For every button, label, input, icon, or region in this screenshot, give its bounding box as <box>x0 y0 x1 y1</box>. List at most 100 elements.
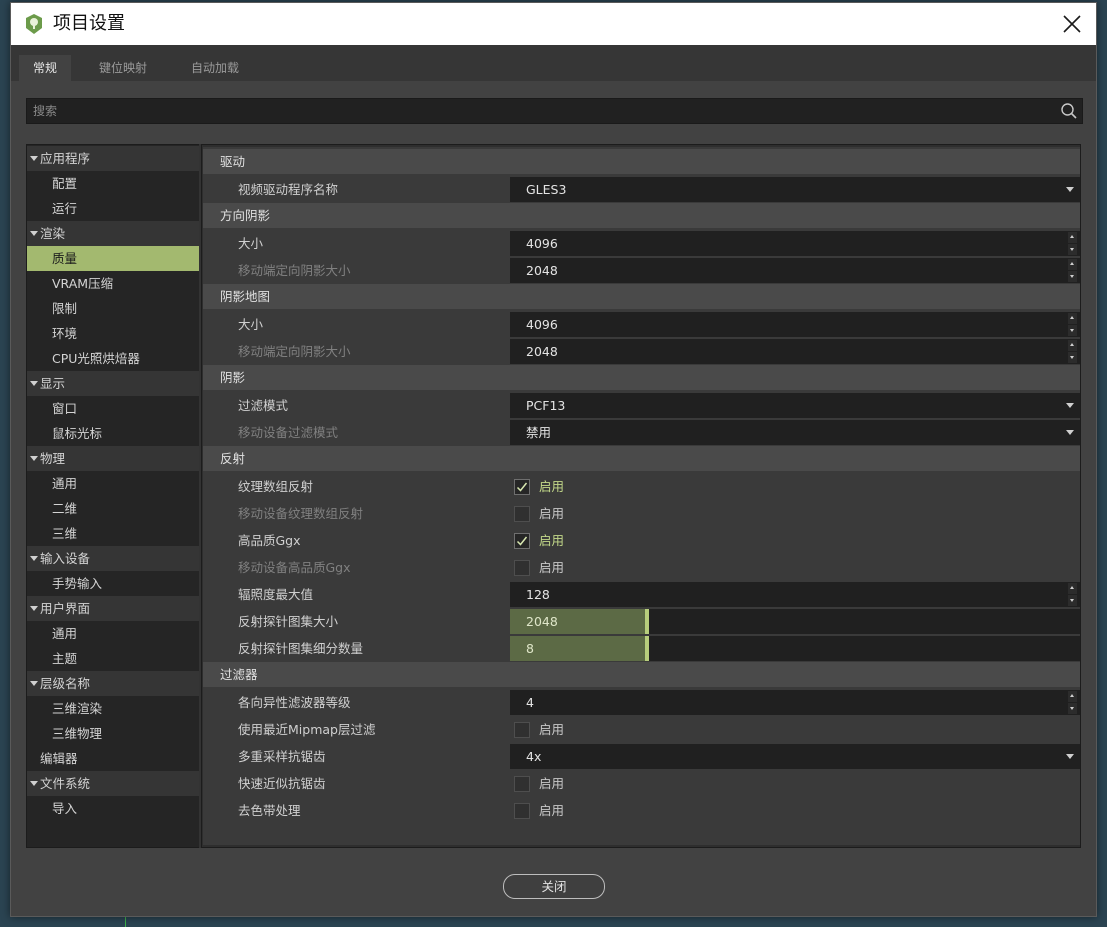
expand-arrow-icon[interactable] <box>30 156 38 161</box>
sidebar-category[interactable]: 文件系统 <box>27 771 199 796</box>
sidebar-item[interactable]: 运行 <box>27 196 199 221</box>
sidebar-item[interactable]: 导入 <box>27 796 199 821</box>
number-spinbox[interactable]: 2048 <box>510 258 1080 283</box>
checkbox-label[interactable]: 启用 <box>539 770 564 797</box>
checkbox[interactable] <box>514 722 530 738</box>
sidebar-item[interactable]: 二维 <box>27 496 199 521</box>
sidebar-item-label: 运行 <box>52 201 78 216</box>
expand-arrow-icon[interactable] <box>30 456 38 461</box>
property-label: 高品质Ggx <box>238 533 301 548</box>
checkbox-label[interactable]: 启用 <box>539 500 564 527</box>
number-spinbox[interactable]: 128 <box>510 582 1080 607</box>
tab-general[interactable]: 常规 <box>19 55 71 81</box>
sidebar-item[interactable]: VRAM压缩 <box>27 271 199 296</box>
option-dropdown[interactable]: PCF13 <box>510 393 1080 418</box>
spin-up-icon[interactable] <box>1068 232 1077 243</box>
sidebar-item[interactable]: 质量 <box>27 246 199 271</box>
close-button[interactable]: 关闭 <box>503 874 605 899</box>
sidebar-item[interactable]: 三维 <box>27 521 199 546</box>
window-close-button[interactable] <box>1054 7 1090 41</box>
section-header[interactable]: 阴影 <box>203 365 1080 390</box>
sidebar-item[interactable]: 鼠标光标 <box>27 421 199 446</box>
number-spinbox[interactable]: 4 <box>510 690 1080 715</box>
checkbox-label[interactable]: 启用 <box>539 797 564 824</box>
sidebar-item[interactable]: 主题 <box>27 646 199 671</box>
range-slider[interactable]: 8 <box>510 636 1080 661</box>
number-spinbox[interactable]: 4096 <box>510 312 1080 337</box>
expand-arrow-icon[interactable] <box>30 381 38 386</box>
sidebar-item[interactable]: 环境 <box>27 321 199 346</box>
search-input[interactable] <box>27 99 1047 123</box>
expand-arrow-icon[interactable] <box>30 681 38 686</box>
sidebar-item[interactable]: 窗口 <box>27 396 199 421</box>
expand-arrow-icon[interactable] <box>30 781 38 786</box>
spin-down-icon[interactable] <box>1068 244 1077 255</box>
checkbox[interactable] <box>514 506 530 522</box>
spin-up-icon[interactable] <box>1068 313 1077 324</box>
expand-arrow-icon[interactable] <box>30 606 38 611</box>
checkbox[interactable] <box>514 803 530 819</box>
sidebar-item[interactable]: 配置 <box>27 171 199 196</box>
slider-grabber[interactable] <box>645 609 649 634</box>
spin-up-icon[interactable] <box>1068 691 1077 702</box>
expand-arrow-icon[interactable] <box>30 556 38 561</box>
option-dropdown[interactable]: 4x <box>510 744 1080 769</box>
section-header[interactable]: 方向阴影 <box>203 203 1080 228</box>
settings-inspector: 驱动 视频驱动程序名称 GLES3 方向阴影 大小 4096 移动端定向阴影大小 2048 阴影… <box>201 144 1081 848</box>
section-header[interactable]: 驱动 <box>203 149 1080 174</box>
expand-arrow-icon[interactable] <box>30 231 38 236</box>
checkbox[interactable] <box>514 533 530 549</box>
option-dropdown[interactable]: 禁用 <box>510 420 1080 445</box>
checkbox-label[interactable]: 启用 <box>539 716 564 743</box>
spin-down-icon[interactable] <box>1068 271 1077 282</box>
spin-down-icon[interactable] <box>1068 325 1077 336</box>
checkbox-label[interactable]: 启用 <box>539 473 564 500</box>
section-header[interactable]: 阴影地图 <box>203 284 1080 309</box>
sidebar-item[interactable]: 三维物理 <box>27 721 199 746</box>
checkbox[interactable] <box>514 560 530 576</box>
section-header[interactable]: 反射 <box>203 446 1080 471</box>
checkbox[interactable] <box>514 479 530 495</box>
tab-autoload[interactable]: 自动加载 <box>179 55 251 81</box>
sidebar-category[interactable]: 物理 <box>27 446 199 471</box>
checkbox-label[interactable]: 启用 <box>539 527 564 554</box>
field-value: 128 <box>526 587 550 602</box>
sidebar-category[interactable]: 输入设备 <box>27 546 199 571</box>
spin-down-icon[interactable] <box>1068 352 1077 363</box>
sidebar-item[interactable]: 通用 <box>27 471 199 496</box>
sidebar-item[interactable]: 手势输入 <box>27 571 199 596</box>
spin-down-icon[interactable] <box>1068 703 1077 714</box>
field-value: 2048 <box>526 263 558 278</box>
spin-up-icon[interactable] <box>1068 340 1077 351</box>
checkmark-icon <box>516 482 528 492</box>
option-dropdown[interactable]: GLES3 <box>510 177 1080 202</box>
sidebar-item[interactable]: 通用 <box>27 621 199 646</box>
checkbox-label[interactable]: 启用 <box>539 554 564 581</box>
number-spinbox[interactable]: 2048 <box>510 339 1080 364</box>
search-icon[interactable] <box>1060 102 1078 120</box>
sidebar-item[interactable]: CPU光照烘焙器 <box>27 346 199 371</box>
sidebar-item[interactable]: 三维渲染 <box>27 696 199 721</box>
number-spinbox[interactable]: 4096 <box>510 231 1080 256</box>
slider-fill: 2048 <box>510 609 647 634</box>
sidebar-category[interactable]: 用户界面 <box>27 596 199 621</box>
sidebar-item[interactable]: 限制 <box>27 296 199 321</box>
sidebar-category[interactable]: 应用程序 <box>27 146 199 171</box>
sidebar-category[interactable]: 层级名称 <box>27 671 199 696</box>
title-bar[interactable]: 项目设置 <box>11 3 1096 45</box>
property-row: 移动设备过滤模式 禁用 <box>203 419 1080 446</box>
slider-grabber[interactable] <box>645 636 649 661</box>
tab-input-map[interactable]: 键位映射 <box>87 55 159 81</box>
spin-down-icon[interactable] <box>1068 595 1077 606</box>
spin-up-icon[interactable] <box>1068 259 1077 270</box>
section-header[interactable]: 过滤器 <box>203 662 1080 687</box>
spin-up-icon[interactable] <box>1068 583 1077 594</box>
checkbox[interactable] <box>514 776 530 792</box>
sidebar-category[interactable]: 显示 <box>27 371 199 396</box>
sidebar-category[interactable]: 渲染 <box>27 221 199 246</box>
range-slider[interactable]: 2048 <box>510 609 1080 634</box>
property-label: 大小 <box>238 236 264 251</box>
sidebar-item-label: 三维 <box>52 526 78 541</box>
property-label: 视频驱动程序名称 <box>238 182 339 197</box>
sidebar-item[interactable]: 编辑器 <box>27 746 199 771</box>
